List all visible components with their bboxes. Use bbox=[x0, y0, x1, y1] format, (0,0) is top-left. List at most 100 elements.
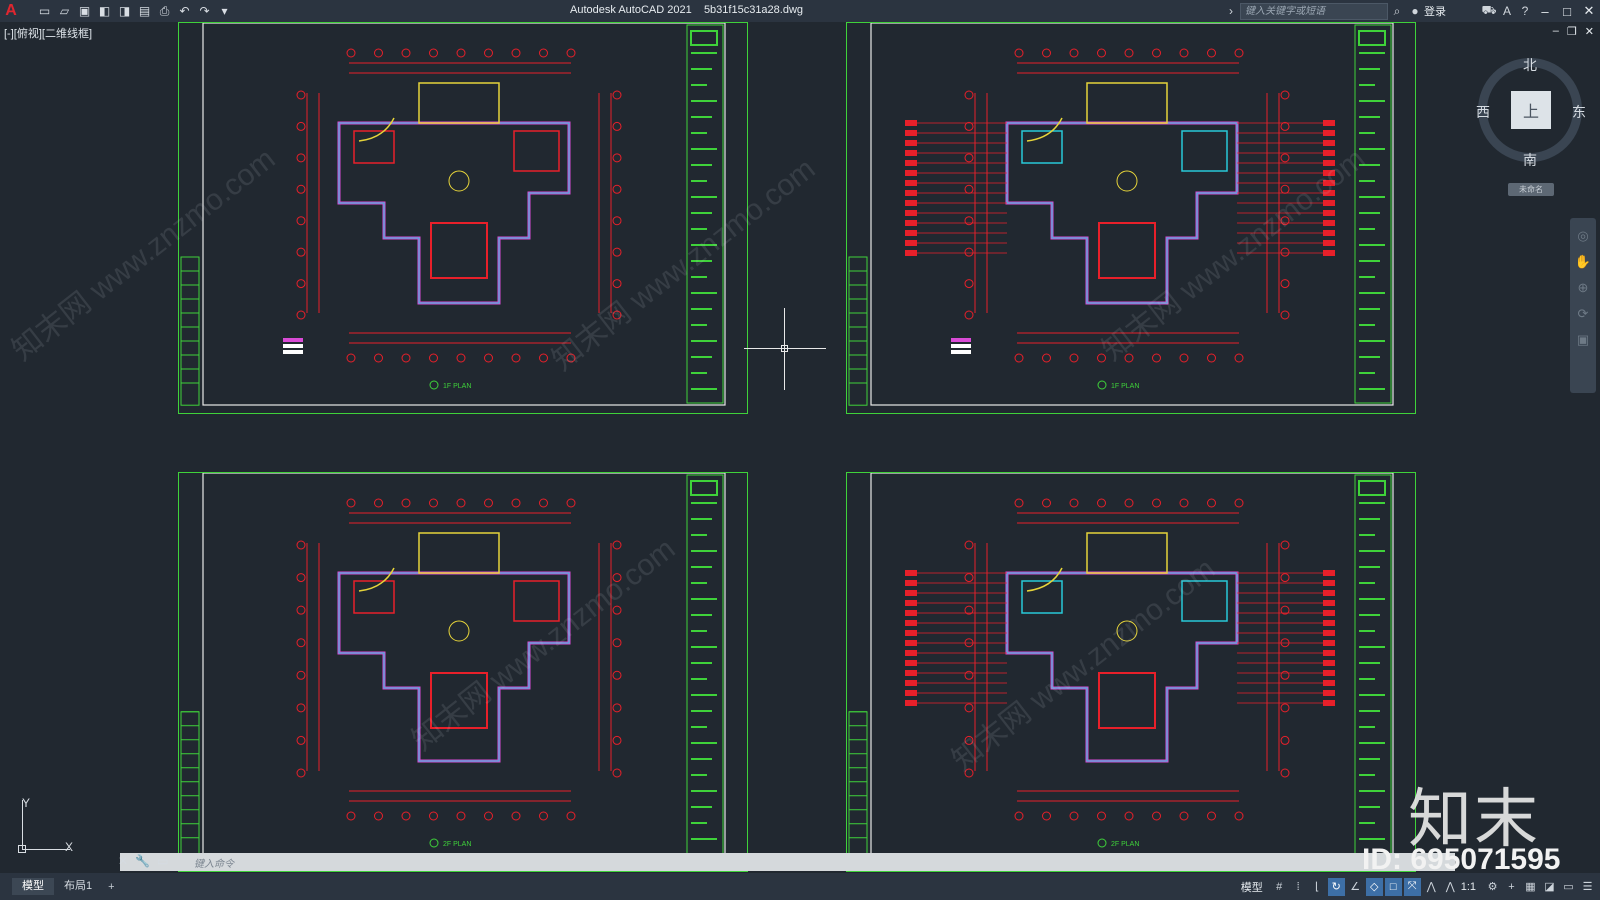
help-icon[interactable]: ? bbox=[1516, 1, 1534, 21]
command-line[interactable]: 键入命令 bbox=[120, 853, 1455, 871]
callout-tag bbox=[1323, 610, 1335, 616]
maximize-icon[interactable]: □ bbox=[1556, 1, 1578, 21]
grid-bubble bbox=[484, 498, 493, 508]
isodraft-icon[interactable]: ◇ bbox=[1365, 877, 1383, 896]
grid-bubble bbox=[1069, 353, 1079, 363]
grid-bubble bbox=[566, 48, 576, 58]
tab-layout1[interactable]: 布局1 bbox=[54, 878, 102, 895]
model-space-toggle[interactable]: 模型 bbox=[1241, 879, 1263, 895]
viewcube-east[interactable]: 东 bbox=[1572, 102, 1586, 122]
search-icon[interactable]: ⌕ bbox=[1388, 1, 1406, 21]
new-file-icon[interactable]: ▭ bbox=[36, 3, 53, 20]
viewcube-west[interactable]: 西 bbox=[1476, 102, 1490, 122]
grid-bubble bbox=[612, 247, 622, 257]
grid-bubble bbox=[1124, 498, 1134, 508]
plan-title-marker bbox=[429, 838, 439, 848]
print-icon[interactable]: ⎙ bbox=[156, 3, 173, 20]
grid-bubble bbox=[296, 310, 306, 320]
drawing-close-icon[interactable]: ✕ bbox=[1585, 25, 1594, 38]
zoom-icon[interactable]: ⊕ bbox=[1570, 280, 1596, 296]
clean-screen-icon[interactable]: ▭ bbox=[1560, 878, 1577, 896]
grid-bubble bbox=[1280, 153, 1290, 163]
drawing-restore-icon[interactable]: ❐ bbox=[1567, 25, 1577, 38]
save-as-icon[interactable]: ◧ bbox=[96, 3, 113, 20]
close-command-line-icon[interactable]: ✕ bbox=[118, 854, 128, 868]
grid-bubble bbox=[612, 703, 622, 713]
viewcube-north[interactable]: 北 bbox=[1523, 55, 1537, 75]
object-snap-icon[interactable]: □ bbox=[1384, 877, 1402, 896]
snap-icon[interactable]: ⁞ bbox=[1290, 878, 1307, 896]
recent-commands-icon[interactable]: ▭ bbox=[157, 854, 168, 868]
sheet-border bbox=[870, 473, 1394, 864]
plan-title-marker bbox=[1097, 380, 1107, 390]
showmotion-icon[interactable]: ▣ bbox=[1570, 332, 1596, 348]
grid-bubble bbox=[296, 121, 306, 131]
title-block bbox=[686, 474, 724, 862]
grid-bubble bbox=[964, 573, 974, 583]
autodesk-account-icon[interactable]: A bbox=[1498, 1, 1516, 21]
viewport-controls-label[interactable]: [-][俯视][二维线框] bbox=[4, 25, 92, 41]
callout-tag bbox=[905, 700, 917, 706]
wcs-menu[interactable]: 未命名 bbox=[1508, 183, 1554, 196]
drawing-sheet: 2F PLAN bbox=[846, 472, 1416, 872]
open-folder-icon[interactable]: ▱ bbox=[56, 3, 73, 20]
grid-bubble bbox=[964, 670, 974, 680]
login-button[interactable]: 登录 bbox=[1424, 3, 1446, 19]
undo-icon[interactable]: ↶ bbox=[176, 3, 193, 20]
close-icon[interactable]: ✕ bbox=[1578, 1, 1600, 21]
callout-tag bbox=[905, 130, 917, 136]
orbit-icon[interactable]: ⟳ bbox=[1570, 306, 1596, 322]
command-input[interactable]: 键入命令 bbox=[194, 855, 234, 870]
chevron-right-icon[interactable]: › bbox=[1222, 1, 1240, 21]
minimize-icon[interactable]: – bbox=[1534, 1, 1556, 21]
callout-tag bbox=[1323, 630, 1335, 636]
workspace-gear-icon[interactable]: ⚙ bbox=[1484, 878, 1501, 896]
pan-icon[interactable]: ✋ bbox=[1570, 254, 1596, 270]
room-detail bbox=[430, 222, 488, 279]
polar-icon[interactable]: ∠ bbox=[1347, 878, 1364, 896]
add-layout-button[interactable]: + bbox=[102, 881, 120, 893]
callout-tag bbox=[1323, 690, 1335, 696]
company-logo bbox=[690, 480, 718, 496]
annotation-scale-value[interactable]: 1:1 bbox=[1461, 881, 1476, 893]
snap-tracking-icon[interactable]: ⤧ bbox=[1403, 877, 1421, 896]
drawing-minimize-icon[interactable]: – bbox=[1553, 25, 1559, 38]
infer-icon[interactable]: ⌊ bbox=[1309, 878, 1326, 896]
steering-wheel-icon[interactable]: ◎ bbox=[1570, 228, 1596, 244]
autocad-logo-icon[interactable]: A bbox=[0, 0, 22, 22]
room-detail bbox=[1098, 222, 1156, 279]
revision-strip bbox=[180, 711, 200, 864]
grid-bubble bbox=[346, 498, 356, 508]
ucs-x-axis bbox=[22, 849, 70, 850]
customize-qat-icon[interactable]: ▾ bbox=[216, 3, 233, 20]
units-icon[interactable]: ▦ bbox=[1522, 878, 1539, 896]
viewcube-top-face[interactable]: 上 bbox=[1511, 91, 1551, 129]
quick-properties-icon[interactable]: ◪ bbox=[1541, 878, 1558, 896]
callout-tag bbox=[905, 140, 917, 146]
navigation-bar: ◎ ✋ ⊕ ⟳ ▣ bbox=[1570, 218, 1596, 393]
callout-tag bbox=[905, 190, 917, 196]
tab-model[interactable]: 模型 bbox=[12, 878, 54, 895]
annotation-visibility-icon[interactable]: ⋀ bbox=[1423, 878, 1440, 896]
ortho-icon[interactable]: ↻ bbox=[1327, 877, 1345, 896]
grid-icon[interactable]: # bbox=[1271, 878, 1288, 896]
plan-title-text: 2F PLAN bbox=[443, 841, 471, 848]
entrance-porch bbox=[1086, 82, 1168, 124]
search-input[interactable]: 键入关键字或短语 bbox=[1240, 2, 1388, 20]
annotation-monitor-icon[interactable]: + bbox=[1503, 878, 1520, 896]
drawing-sheet: 1F PLAN bbox=[178, 22, 748, 414]
publish-icon[interactable]: ▤ bbox=[136, 3, 153, 20]
grid-bubble bbox=[296, 247, 306, 257]
save-icon[interactable]: ▣ bbox=[76, 3, 93, 20]
cart-icon[interactable]: ⛟ bbox=[1480, 1, 1498, 21]
viewcube-south[interactable]: 南 bbox=[1523, 150, 1537, 170]
grid-bubble bbox=[1280, 247, 1290, 257]
customize-icon[interactable]: 🔧 bbox=[135, 854, 150, 868]
plot-preview-icon[interactable]: ◨ bbox=[116, 3, 133, 20]
user-icon[interactable]: ● bbox=[1406, 1, 1424, 21]
annotation-scale-icon[interactable]: ⋀ bbox=[1442, 878, 1459, 896]
grid-bubble bbox=[612, 768, 622, 778]
redo-icon[interactable]: ↷ bbox=[196, 3, 213, 20]
room-detail bbox=[513, 130, 560, 172]
customization-menu-icon[interactable]: ☰ bbox=[1579, 878, 1596, 896]
